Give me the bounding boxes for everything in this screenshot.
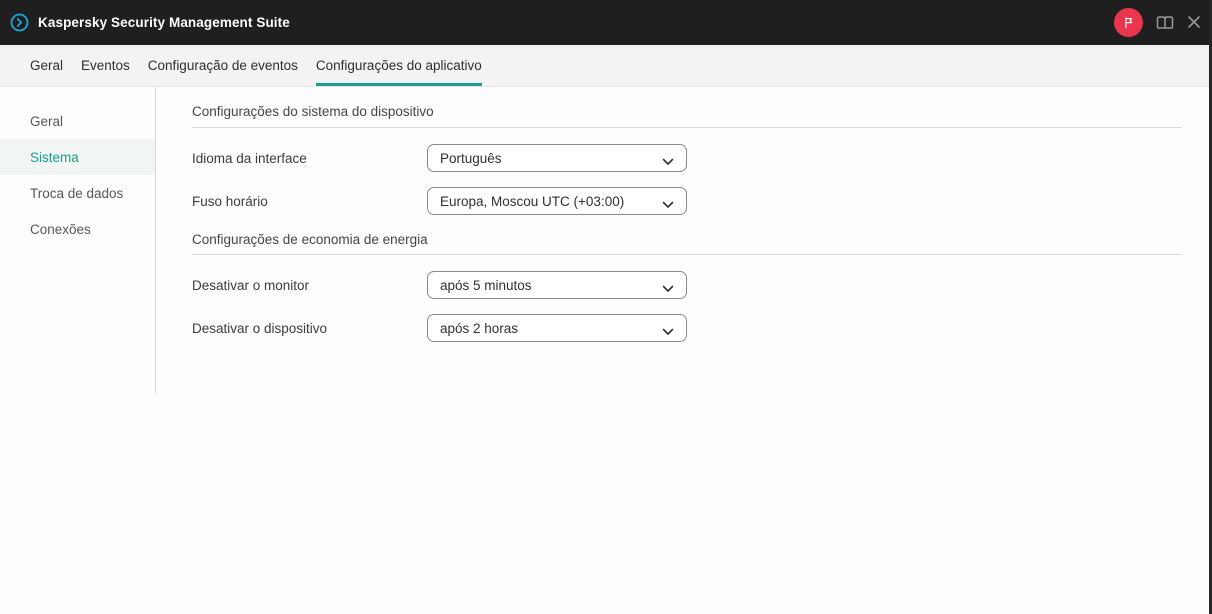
book-icon[interactable] bbox=[1155, 14, 1175, 31]
section-divider bbox=[192, 127, 1182, 128]
monitor-off-select-value: após 5 minutos bbox=[440, 277, 532, 293]
timezone-select[interactable]: Europa, Moscou UTC (+03:00) bbox=[427, 187, 687, 215]
settings-panel: Configurações do sistema do dispositivo … bbox=[192, 87, 1182, 342]
form-row-timezone: Fuso horário Europa, Moscou UTC (+03:00) bbox=[192, 187, 1182, 215]
sidebar-item-sistema[interactable]: Sistema bbox=[0, 139, 155, 175]
section-divider bbox=[192, 254, 1182, 255]
chevron-down-icon bbox=[662, 154, 674, 165]
close-icon[interactable] bbox=[1187, 15, 1201, 29]
timezone-label: Fuso horário bbox=[192, 193, 268, 209]
monitor-off-label: Desativar o monitor bbox=[192, 277, 310, 293]
settings-sidebar: Geral Sistema Troca de dados Conexões bbox=[0, 87, 155, 247]
device-off-label: Desativar o dispositivo bbox=[192, 320, 328, 336]
language-select-value: Português bbox=[440, 150, 502, 166]
form-row-language: Idioma da interface Português bbox=[192, 144, 1182, 172]
form-row-monitor-off: Desativar o monitor após 5 minutos bbox=[192, 271, 1182, 299]
device-off-select[interactable]: após 2 horas bbox=[427, 314, 687, 342]
kaspersky-logo-icon bbox=[10, 13, 29, 32]
chevron-down-icon bbox=[662, 197, 674, 208]
title-bar: Kaspersky Security Management Suite bbox=[0, 0, 1212, 45]
flag-icon bbox=[1121, 15, 1136, 30]
tab-eventos[interactable]: Eventos bbox=[81, 45, 130, 86]
timezone-select-value: Europa, Moscou UTC (+03:00) bbox=[440, 193, 625, 209]
sidebar-divider bbox=[155, 87, 156, 393]
chevron-down-icon bbox=[662, 324, 674, 335]
sidebar-item-geral[interactable]: Geral bbox=[0, 103, 155, 139]
section-title-device-system: Configurações do sistema do dispositivo bbox=[192, 104, 434, 119]
tab-geral[interactable]: Geral bbox=[30, 45, 63, 86]
tab-bar: Geral Eventos Configuração de eventos Co… bbox=[0, 45, 1212, 87]
chevron-down-icon bbox=[662, 281, 674, 292]
tab-configuracao-de-eventos[interactable]: Configuração de eventos bbox=[148, 45, 298, 86]
sidebar-item-conexoes[interactable]: Conexões bbox=[0, 211, 155, 247]
section-title-power-saving: Configurações de economia de energia bbox=[192, 232, 428, 247]
sidebar-item-troca-de-dados[interactable]: Troca de dados bbox=[0, 175, 155, 211]
application-window: Kaspersky Security Management Suite Gera… bbox=[0, 0, 1212, 614]
language-select[interactable]: Português bbox=[427, 144, 687, 172]
app-title: Kaspersky Security Management Suite bbox=[38, 15, 290, 30]
form-row-device-off: Desativar o dispositivo após 2 horas bbox=[192, 314, 1182, 342]
device-off-select-value: após 2 horas bbox=[440, 320, 519, 336]
tab-configuracoes-do-aplicativo[interactable]: Configurações do aplicativo bbox=[315, 45, 482, 86]
monitor-off-select[interactable]: após 5 minutos bbox=[427, 271, 687, 299]
language-label: Idioma da interface bbox=[192, 150, 307, 166]
flag-notification-badge[interactable] bbox=[1114, 8, 1143, 37]
